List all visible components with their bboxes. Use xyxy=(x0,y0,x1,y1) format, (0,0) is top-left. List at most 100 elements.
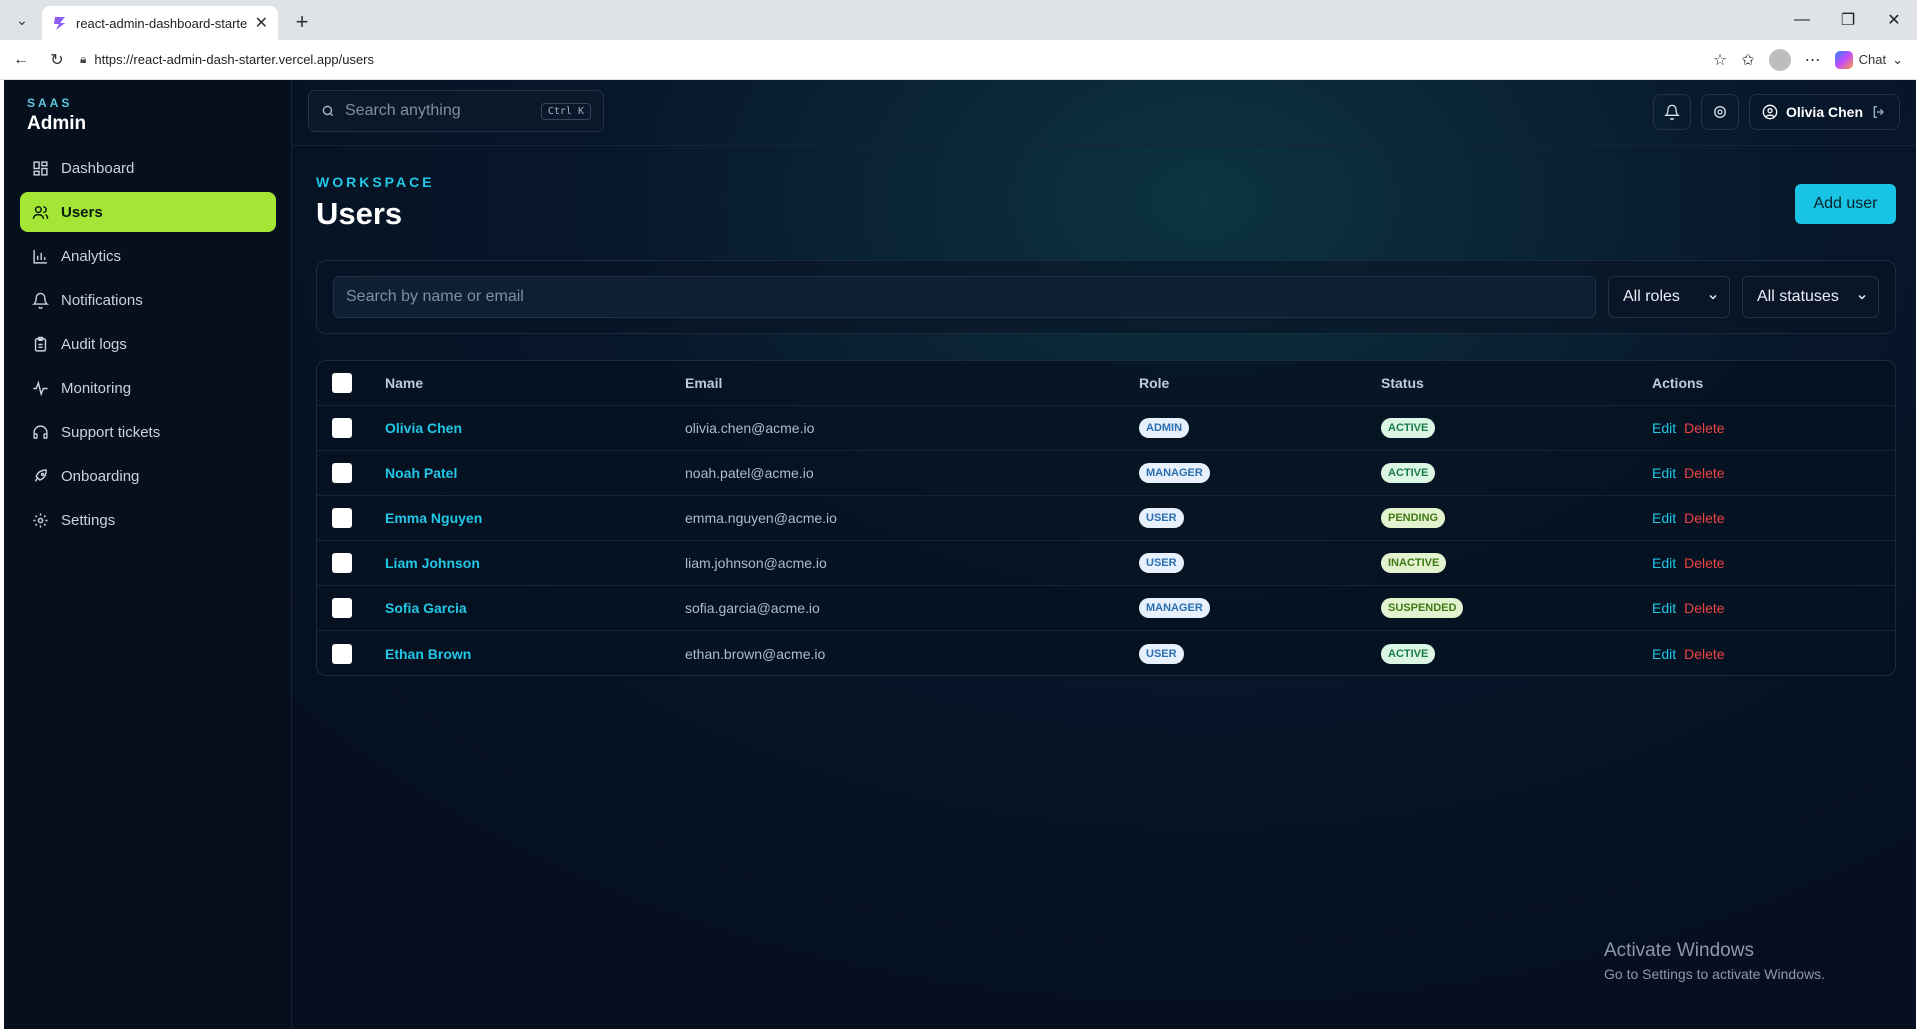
bell-icon xyxy=(1663,104,1680,120)
sidebar-item-label: Dashboard xyxy=(61,159,135,177)
minimize-icon[interactable]: — xyxy=(1779,0,1825,40)
user-email: ethan.brown@acme.io xyxy=(685,645,826,662)
page-title: Users xyxy=(316,196,403,231)
edit-link[interactable]: Edit xyxy=(1652,600,1676,616)
row-checkbox[interactable] xyxy=(332,553,352,573)
bell-icon xyxy=(32,292,49,309)
row-checkbox[interactable] xyxy=(332,508,352,528)
status-badge: ACTIVE xyxy=(1381,418,1436,438)
sidebar-item-support-tickets[interactable]: Support tickets xyxy=(20,412,276,452)
watermark-subtitle: Go to Settings to activate Windows. xyxy=(1604,966,1825,982)
user-menu-button[interactable]: Olivia Chen xyxy=(1748,94,1900,130)
copilot-chat-button[interactable]: Chat ⌄ xyxy=(1834,50,1903,69)
favorites-list-icon[interactable]: ✩ xyxy=(1741,50,1754,70)
logout-icon[interactable] xyxy=(1871,104,1887,120)
sidebar-item-analytics[interactable]: Analytics xyxy=(20,236,276,276)
role-select[interactable]: All roles xyxy=(1608,276,1730,318)
select-all-checkbox[interactable] xyxy=(332,373,352,393)
window-controls: — ❐ ✕ xyxy=(1779,0,1917,40)
tab-list-chevron-icon[interactable]: ⌄ xyxy=(6,4,38,36)
user-name-link[interactable]: Noah Patel xyxy=(385,465,457,481)
reload-icon[interactable]: ↻ xyxy=(42,45,72,75)
user-search-input[interactable]: Search by name or email xyxy=(333,276,1596,318)
url-text: https://react-admin-dash-starter.vercel.… xyxy=(94,52,375,67)
sidebar-item-dashboard[interactable]: Dashboard xyxy=(20,148,276,188)
role-badge: USER xyxy=(1139,553,1184,573)
brand-name: Admin xyxy=(27,113,87,134)
edit-link[interactable]: Edit xyxy=(1652,555,1676,571)
user-email: olivia.chen@acme.io xyxy=(685,420,815,436)
gear-icon xyxy=(1713,106,1726,118)
keyboard-shortcut-badge: Ctrl K xyxy=(540,102,591,120)
status-select[interactable]: All statuses xyxy=(1742,276,1879,318)
user-name-link[interactable]: Olivia Chen xyxy=(385,420,462,436)
status-badge: INACTIVE xyxy=(1381,553,1447,573)
role-badge: ADMIN xyxy=(1139,418,1190,438)
windows-activation-watermark: Activate Windows Go to Settings to activ… xyxy=(1604,940,1825,982)
back-arrow-icon[interactable]: ← xyxy=(6,45,36,75)
sidebar-item-label: Users xyxy=(61,203,103,221)
new-tab-button[interactable]: + xyxy=(286,6,318,38)
browser-tab-bar: ⌄ react-admin-dashboard-starter-te ✕ + —… xyxy=(0,0,1917,40)
more-options-icon[interactable]: ⋯ xyxy=(1805,50,1821,70)
restore-icon[interactable]: ❐ xyxy=(1825,0,1871,40)
status-badge: ACTIVE xyxy=(1381,463,1436,483)
delete-link[interactable]: Delete xyxy=(1684,465,1724,481)
table-row: Emma Nguyen emma.nguyen@acme.io USER PEN… xyxy=(317,496,1895,541)
chevron-down-icon: ⌄ xyxy=(1892,51,1903,67)
row-checkbox[interactable] xyxy=(332,463,352,483)
brand: SAAS Admin xyxy=(27,96,86,135)
delete-link[interactable]: Delete xyxy=(1684,646,1724,662)
edit-link[interactable]: Edit xyxy=(1652,646,1676,662)
user-name: Olivia Chen xyxy=(1785,104,1863,120)
user-name-link[interactable]: Ethan Brown xyxy=(385,646,471,662)
profile-avatar-icon[interactable] xyxy=(1768,48,1791,71)
user-name-link[interactable]: Emma Nguyen xyxy=(385,510,482,526)
sidebar-item-monitoring[interactable]: Monitoring xyxy=(20,368,276,408)
headset-icon xyxy=(33,424,48,439)
column-header-name[interactable]: Name xyxy=(385,375,423,391)
chat-label: Chat xyxy=(1858,52,1887,67)
chevron-down-icon xyxy=(1709,294,1717,300)
delete-link[interactable]: Delete xyxy=(1684,420,1724,436)
column-header-status[interactable]: Status xyxy=(1381,375,1424,391)
sidebar-item-label: Notifications xyxy=(61,291,143,309)
clipboard-icon xyxy=(34,336,47,352)
sidebar-item-users[interactable]: Users xyxy=(20,192,276,232)
sidebar-item-label: Settings xyxy=(61,511,116,529)
row-checkbox[interactable] xyxy=(332,418,352,438)
column-header-role[interactable]: Role xyxy=(1139,375,1169,391)
notifications-button[interactable] xyxy=(1652,94,1691,130)
user-name-link[interactable]: Sofia Garcia xyxy=(385,600,467,616)
browser-tab[interactable]: react-admin-dashboard-starter-te ✕ xyxy=(42,6,278,40)
url-field[interactable]: 🔒︎ https://react-admin-dash-starter.verc… xyxy=(80,45,1713,75)
edit-link[interactable]: Edit xyxy=(1652,420,1676,436)
close-window-icon[interactable]: ✕ xyxy=(1871,0,1917,40)
watermark-title: Activate Windows xyxy=(1604,940,1754,961)
column-header-email[interactable]: Email xyxy=(685,375,722,391)
row-checkbox[interactable] xyxy=(332,643,352,664)
add-user-button[interactable]: Add user xyxy=(1795,184,1896,224)
edit-link[interactable]: Edit xyxy=(1652,465,1676,481)
row-checkbox[interactable] xyxy=(332,598,352,618)
close-tab-icon[interactable]: ✕ xyxy=(255,13,268,33)
global-search-input[interactable]: Search anything Ctrl K xyxy=(308,90,604,132)
browser-toolbar-right: ☆ ✩ ⋯ Chat ⌄ xyxy=(1713,48,1903,71)
user-name-link[interactable]: Liam Johnson xyxy=(385,555,480,571)
status-badge: PENDING xyxy=(1381,508,1446,528)
tab-title: react-admin-dashboard-starter-te xyxy=(76,15,247,31)
page-eyebrow: WORKSPACE xyxy=(316,174,435,190)
delete-link[interactable]: Delete xyxy=(1684,555,1724,571)
sidebar-item-settings[interactable]: Settings xyxy=(20,500,276,540)
delete-link[interactable]: Delete xyxy=(1684,600,1724,616)
settings-button[interactable] xyxy=(1700,94,1739,130)
sidebar-item-audit-logs[interactable]: Audit logs xyxy=(20,324,276,364)
edit-link[interactable]: Edit xyxy=(1652,510,1676,526)
user-circle-icon xyxy=(1762,104,1778,120)
sidebar-item-onboarding[interactable]: Onboarding xyxy=(20,456,276,496)
site-info-icon[interactable]: 🔒︎ xyxy=(80,52,86,67)
delete-link[interactable]: Delete xyxy=(1684,510,1724,526)
user-email: noah.patel@acme.io xyxy=(685,465,814,481)
sidebar-item-notifications[interactable]: Notifications xyxy=(20,280,276,320)
favorite-star-icon[interactable]: ☆ xyxy=(1713,50,1727,70)
